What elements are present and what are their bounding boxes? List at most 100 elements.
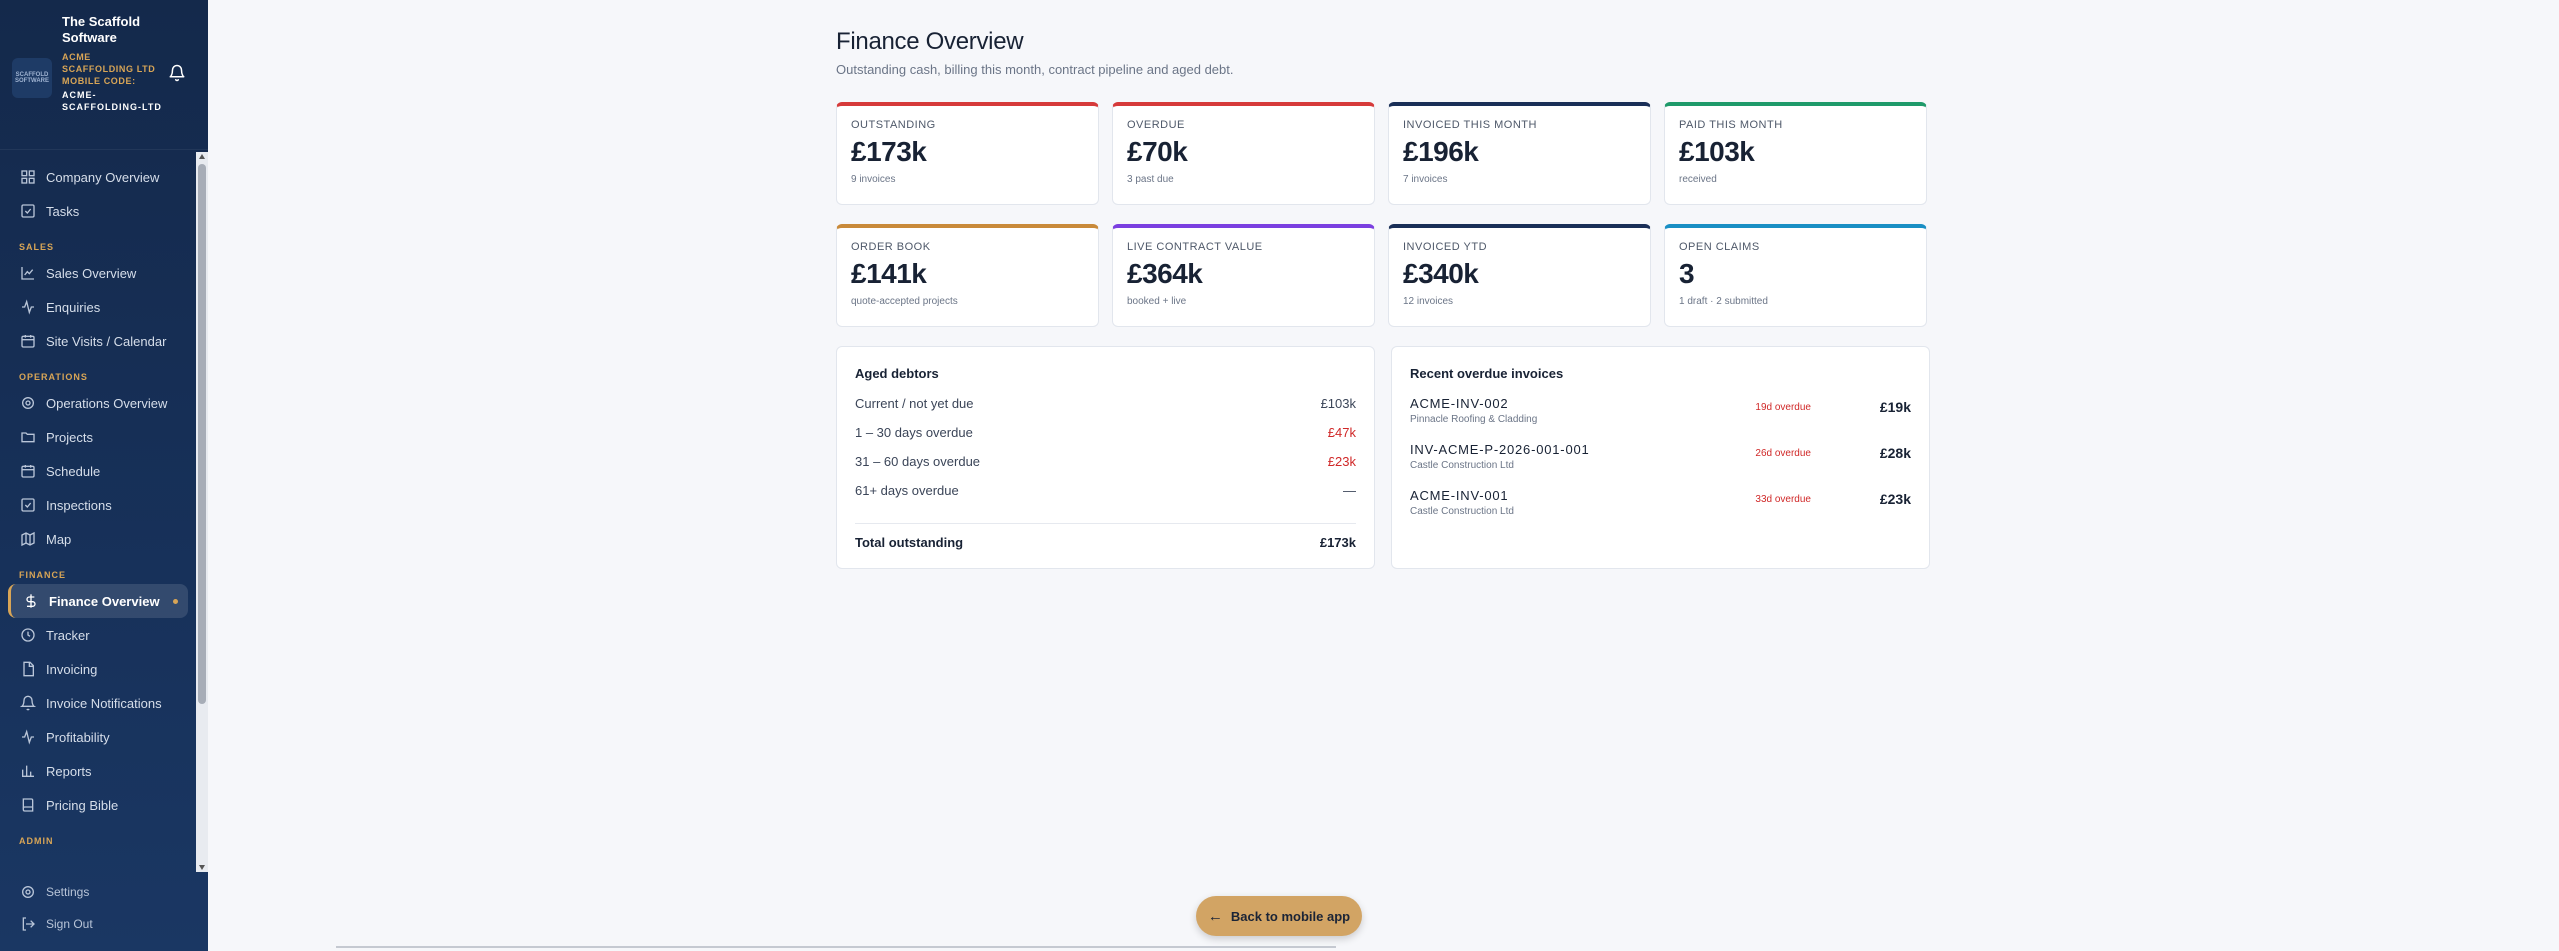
kpi-label: PAID THIS MONTH xyxy=(1679,119,1783,131)
overdue-days: 19d overdue xyxy=(1755,402,1811,413)
nav-projects[interactable]: Projects xyxy=(0,420,196,454)
nav-schedule[interactable]: Schedule xyxy=(0,454,196,488)
aged-row: Current / not yet due £103k xyxy=(855,396,1356,425)
file-icon xyxy=(23,661,34,677)
nav-reports[interactable]: Reports xyxy=(0,754,196,788)
nav-company-overview[interactable]: Company Overview xyxy=(0,160,196,194)
clock-icon xyxy=(21,628,35,642)
nav-invoicing[interactable]: Invoicing xyxy=(0,652,196,686)
kpi-label: OPEN CLAIMS xyxy=(1679,241,1760,253)
nav-section-sales: SALES xyxy=(19,242,55,252)
kpi-label: OUTSTANDING xyxy=(851,119,936,131)
nav-map[interactable]: Map xyxy=(0,522,196,556)
page-subtitle: Outstanding cash, billing this month, co… xyxy=(836,62,1234,77)
kpi-value: £196k xyxy=(1403,136,1479,167)
kpi-value: £173k xyxy=(851,136,927,167)
nav-label: Pricing Bible xyxy=(46,797,119,813)
active-indicator-dot xyxy=(173,599,178,604)
kpi-value: £141k xyxy=(851,258,927,289)
kpi-value: £364k xyxy=(1127,258,1203,289)
nav-tracker[interactable]: Tracker xyxy=(0,618,196,652)
kpi-card-invoiced-ytd: INVOICED YTD £340k 12 invoices xyxy=(1388,224,1651,327)
activity-icon xyxy=(22,299,34,315)
nav-operations-overview[interactable]: Operations Overview xyxy=(0,386,196,420)
kpi-note: received xyxy=(1679,174,1717,185)
nav-settings[interactable]: Settings xyxy=(0,876,208,908)
aged-row-amount: £47k xyxy=(1327,425,1356,440)
invoice-amount: £23k xyxy=(1879,491,1911,507)
aged-row-label: 31 – 60 days overdue xyxy=(855,454,981,469)
bar-chart-icon xyxy=(22,765,34,777)
nav-label: Operations Overview xyxy=(46,395,168,411)
kpi-note: 12 invoices xyxy=(1403,296,1454,307)
nav-site-visits[interactable]: Site Visits / Calendar xyxy=(0,324,196,358)
nav-sign-out[interactable]: Sign Out xyxy=(0,908,208,940)
nav-finance-overview[interactable]: Finance Overview xyxy=(8,584,188,618)
kpi-label: OVERDUE xyxy=(1127,119,1185,131)
overdue-days: 26d overdue xyxy=(1755,448,1811,459)
gear-icon xyxy=(22,886,34,898)
calendar-icon xyxy=(21,465,35,478)
kpi-label: LIVE CONTRACT VALUE xyxy=(1127,241,1263,253)
panel-title: Aged debtors xyxy=(855,366,939,381)
kpi-value: £340k xyxy=(1403,258,1479,289)
kpi-note: quote-accepted projects xyxy=(851,296,958,307)
panels-row: Aged debtors Current / not yet due £103k… xyxy=(836,346,1930,569)
nav-label: Sign Out xyxy=(46,917,93,931)
aged-debtors-panel: Aged debtors Current / not yet due £103k… xyxy=(836,346,1375,569)
main-content: Finance Overview Outstanding cash, billi… xyxy=(836,0,1930,569)
overdue-invoice-row[interactable]: ACME-INV-001 Castle Construction Ltd 33d… xyxy=(1410,488,1911,534)
kpi-card-outstanding: OUTSTANDING £173k 9 invoices xyxy=(836,102,1099,205)
nav-enquiries[interactable]: Enquiries xyxy=(0,290,196,324)
sidebar-scrollbar[interactable] xyxy=(196,152,208,872)
gear-icon xyxy=(22,397,34,409)
kpi-note: 3 past due xyxy=(1127,174,1174,185)
aged-row: 61+ days overdue — xyxy=(855,483,1356,512)
arrow-left-icon: ← xyxy=(1207,907,1223,925)
kpi-card-live-contract: LIVE CONTRACT VALUE £364k booked + live xyxy=(1112,224,1375,327)
nav-invoice-notifications[interactable]: Invoice Notifications xyxy=(0,686,196,720)
back-to-mobile-app-button[interactable]: ← Back to mobile app xyxy=(1196,896,1362,936)
kpi-value: £70k xyxy=(1127,136,1188,167)
overdue-invoice-row[interactable]: INV-ACME-P-2026-001-001 Castle Construct… xyxy=(1410,442,1911,488)
nav-section-finance: FINANCE xyxy=(19,570,66,580)
aged-row-amount: — xyxy=(1343,483,1356,498)
nav-label: Reports xyxy=(46,763,92,779)
calendar-icon xyxy=(21,335,35,348)
map-icon xyxy=(21,531,35,547)
checkbox-icon xyxy=(21,498,35,512)
kpi-note: 7 invoices xyxy=(1403,174,1448,185)
kpi-label: ORDER BOOK xyxy=(851,241,931,253)
page-title: Finance Overview xyxy=(836,28,1024,55)
kpi-grid: OUTSTANDING £173k 9 invoices OVERDUE £70… xyxy=(836,102,1930,327)
kpi-note: 9 invoices xyxy=(851,174,896,185)
notifications-bell-icon[interactable] xyxy=(168,64,186,82)
nav-tasks[interactable]: Tasks xyxy=(0,194,196,228)
nav-label: Invoice Notifications xyxy=(46,695,162,711)
nav-sales-overview[interactable]: Sales Overview xyxy=(0,256,196,290)
nav-label: Schedule xyxy=(46,463,101,479)
aged-row-amount: £103k xyxy=(1320,396,1356,411)
kpi-note: 1 draft · 2 submitted xyxy=(1679,296,1768,307)
dollar-icon xyxy=(26,594,36,608)
kpi-card-paid-month: PAID THIS MONTH £103k received xyxy=(1664,102,1927,205)
nav-label: Company Overview xyxy=(46,169,160,185)
invoice-number: INV-ACME-P-2026-001-001 xyxy=(1410,442,1590,457)
scrollbar-thumb[interactable] xyxy=(198,164,206,704)
nav-profitability[interactable]: Profitability xyxy=(0,720,196,754)
nav-label: Enquiries xyxy=(46,299,101,315)
bottom-divider xyxy=(336,946,1336,948)
nav-inspections[interactable]: Inspections xyxy=(0,488,196,522)
scroll-up-arrow-icon[interactable] xyxy=(199,154,205,159)
nav-label: Finance Overview xyxy=(49,593,160,609)
kpi-value: £103k xyxy=(1679,136,1755,167)
aged-row-amount: £23k xyxy=(1327,454,1356,469)
aged-total-row: Total outstanding £173k xyxy=(855,523,1356,550)
kpi-card-open-claims: OPEN CLAIMS 3 1 draft · 2 submitted xyxy=(1664,224,1927,327)
overdue-invoice-row[interactable]: ACME-INV-002 Pinnacle Roofing & Cladding… xyxy=(1410,396,1911,442)
aged-row-label: 1 – 30 days overdue xyxy=(855,425,973,440)
sidebar: SCAFFOLD SOFTWARE The Scaffold Software … xyxy=(0,0,208,951)
nav-pricing-bible[interactable]: Pricing Bible xyxy=(0,788,196,822)
bell-icon xyxy=(20,695,36,711)
scroll-down-arrow-icon[interactable] xyxy=(199,865,205,870)
